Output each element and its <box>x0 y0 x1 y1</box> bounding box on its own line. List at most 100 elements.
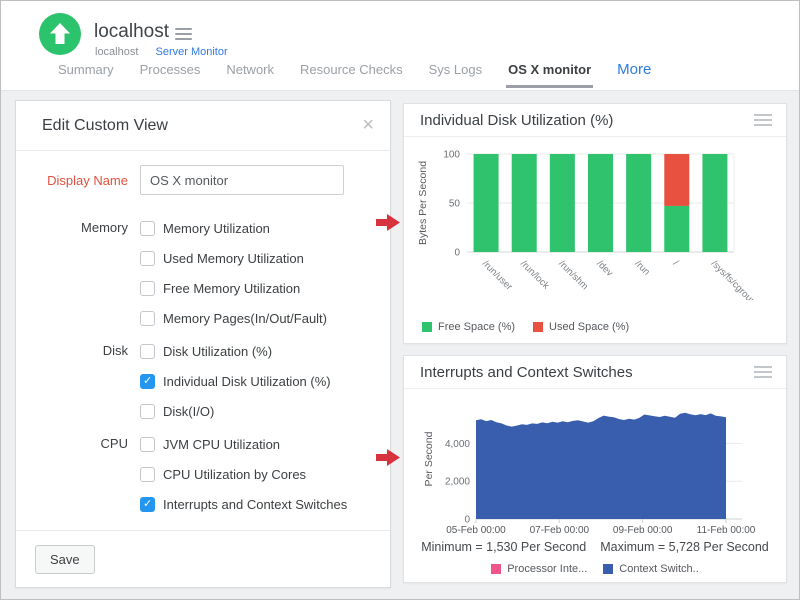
y-tick-label: 2,000 <box>445 477 470 488</box>
bar-free-space <box>588 154 613 252</box>
group-items: Memory Utilization Used Memory Utilizatio… <box>140 213 327 333</box>
checkbox-row: JVM CPU Utilization <box>140 429 347 459</box>
checkbox[interactable] <box>140 404 155 419</box>
x-category-label: /run <box>633 258 652 277</box>
group-items: JVM CPU UtilizationCPU Utilization by Co… <box>140 429 347 519</box>
bar-free-space <box>512 154 537 252</box>
checkbox[interactable] <box>140 281 155 296</box>
legend-label: Processor Inte... <box>507 563 587 575</box>
metric-group-memory: Memory Memory Utilization Used Memory Util… <box>16 213 390 333</box>
panel-title: Edit Custom View <box>42 117 168 135</box>
legend-swatch <box>422 322 432 332</box>
metric-groups: Memory Memory Utilization Used Memory Util… <box>16 213 390 522</box>
checkbox[interactable] <box>140 497 155 512</box>
checkbox[interactable] <box>140 374 155 389</box>
breadcrumb: localhost Server Monitor <box>95 46 228 58</box>
checkbox[interactable] <box>140 251 155 266</box>
chart-stats: Minimum = 1,530 Per Second Maximum = 5,7… <box>404 540 786 554</box>
breadcrumb-host: localhost <box>95 46 138 58</box>
save-button[interactable]: Save <box>35 545 95 574</box>
x-category-label: /run/lock <box>518 258 551 291</box>
checkbox[interactable] <box>140 467 155 482</box>
checkbox-label: Disk Utilization (%) <box>163 344 272 359</box>
checkbox[interactable] <box>140 311 155 326</box>
legend-item: Free Space (%) <box>422 321 515 333</box>
tab-more[interactable]: More <box>615 61 653 86</box>
checkbox-label: Disk(I/O) <box>163 404 214 419</box>
tab-sys-logs[interactable]: Sys Logs <box>427 62 484 85</box>
tab-network[interactable]: Network <box>224 62 276 85</box>
group-label: Disk <box>16 336 128 426</box>
checkbox-row: Memory Utilization <box>140 213 327 243</box>
legend-swatch <box>603 564 613 574</box>
x-tick-label: 11-Feb 00:00 <box>697 525 756 536</box>
y-tick-label: 4,000 <box>445 439 470 450</box>
page-title: localhost <box>94 21 169 43</box>
x-category-label: / <box>671 258 681 268</box>
display-name-row: Display Name <box>16 165 390 195</box>
legend-swatch <box>533 322 543 332</box>
y-axis-label: Per Second <box>423 431 435 486</box>
chart-title: Individual Disk Utilization (%) <box>420 112 613 129</box>
checkbox-row: CPU Utilization by Cores <box>140 459 347 489</box>
checkbox-label: Free Memory Utilization <box>163 281 300 296</box>
tab-resource-checks[interactable]: Resource Checks <box>298 62 405 85</box>
main-content: Edit Custom View × Display Name MemoryMe… <box>1 90 799 599</box>
y-tick-label: 100 <box>443 150 460 161</box>
checkbox[interactable] <box>140 221 155 236</box>
tab-summary[interactable]: Summary <box>56 62 116 85</box>
legend-label: Free Space (%) <box>438 321 515 333</box>
chart-legend: Processor Inte... Context Switch.. <box>404 563 786 575</box>
legend-item: Context Switch.. <box>603 563 698 575</box>
checkbox-row: Individual Disk Utilization (%) <box>140 366 331 396</box>
breadcrumb-link-server-monitor[interactable]: Server Monitor <box>155 46 227 58</box>
display-name-input[interactable] <box>140 165 344 195</box>
x-tick-label: 09-Feb 00:00 <box>613 525 673 536</box>
chart-menu-icon[interactable] <box>754 114 772 129</box>
checkbox-row: Memory Pages(In/Out/Fault) <box>140 303 327 333</box>
tab-os-x-monitor[interactable]: OS X monitor <box>506 62 593 88</box>
group-label: Memory <box>16 213 128 333</box>
header: localhost localhost Server Monitor Summa… <box>1 1 799 90</box>
legend-item: Processor Inte... <box>491 563 587 575</box>
checkbox[interactable] <box>140 344 155 359</box>
close-icon[interactable]: × <box>362 113 374 137</box>
disk-utilization-bar-chart: 050100Bytes Per Second/run/user/run/lock… <box>404 140 788 300</box>
bar-free-space <box>626 154 651 252</box>
bar-free-space <box>474 154 499 252</box>
up-arrow-icon <box>39 13 81 55</box>
red-arrow-icon <box>376 214 400 231</box>
chart-legend: Free Space (%) Used Space (%) <box>422 321 629 333</box>
bar-free-space <box>550 154 575 252</box>
checkbox-label: Memory Pages(In/Out/Fault) <box>163 311 327 326</box>
checkbox-row: Disk Utilization (%) <box>140 336 331 366</box>
x-category-label: /dev <box>594 258 615 279</box>
checkbox-label: Used Memory Utilization <box>163 251 304 266</box>
hamburger-menu-icon[interactable] <box>175 28 192 43</box>
display-name-label: Display Name <box>16 173 128 188</box>
y-tick-label: 0 <box>464 515 470 526</box>
red-arrow-icon <box>376 449 400 466</box>
stat-maximum: Maximum = 5,728 Per Second <box>600 540 769 554</box>
y-tick-label: 50 <box>449 199 461 210</box>
chart-menu-icon[interactable] <box>754 366 772 381</box>
legend-label: Used Space (%) <box>549 321 629 333</box>
group-items: Disk Utilization (%) Individual Disk Util… <box>140 336 331 426</box>
x-tick-label: 07-Feb 00:00 <box>530 525 590 536</box>
edit-custom-view-panel: Edit Custom View × Display Name MemoryMe… <box>15 100 391 588</box>
checkbox-label: Individual Disk Utilization (%) <box>163 374 331 389</box>
y-axis-label: Bytes Per Second <box>417 161 429 245</box>
checkbox-row: Free Memory Utilization <box>140 273 327 303</box>
checkbox[interactable] <box>140 437 155 452</box>
x-category-label: /sys/fs/cgroup <box>709 258 758 300</box>
checkbox-label: Memory Utilization <box>163 221 270 236</box>
bar-free-space <box>664 206 689 252</box>
disk-utilization-card: Individual Disk Utilization (%) 0 50 100 By… <box>403 103 787 344</box>
metric-group-cpu: CPUJVM CPU UtilizationCPU Utilization by… <box>16 429 390 519</box>
panel-footer: Save <box>16 530 390 587</box>
x-category-label: /run/shm <box>556 258 590 292</box>
y-tick-label: 0 <box>454 248 460 259</box>
chart-title: Interrupts and Context Switches <box>420 364 633 381</box>
tab-processes[interactable]: Processes <box>138 62 203 85</box>
context-switches-area <box>476 413 726 519</box>
